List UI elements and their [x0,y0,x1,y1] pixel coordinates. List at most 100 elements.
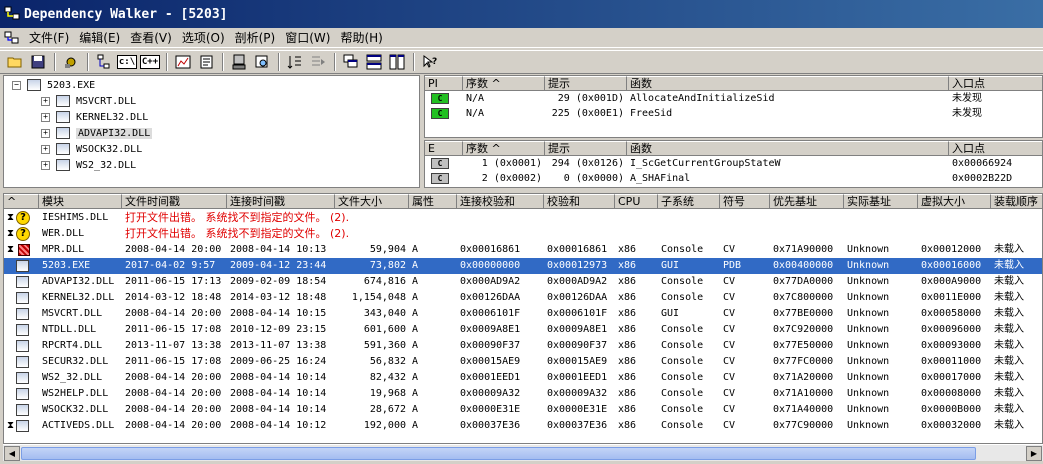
tree-item-root[interactable]: − 5203.EXE [12,78,95,92]
module-list[interactable]: ^ 模块 文件时间戳 连接时间戳 文件大小 属性 连接校验和 校验和 CPU 子… [3,193,1043,444]
table-row[interactable]: RPCRT4.DLL 2013-11-07 13:38 2013-11-07 13:… [4,338,1042,354]
column-header-file-timestamp[interactable]: 文件时间戳 [122,194,227,209]
column-header-load-order[interactable]: 装载顺序 [991,194,1042,209]
table-row[interactable]: WS2_32.DLL 2008-04-14 20:00 2008-04-14 10:… [4,370,1042,386]
column-header-entry[interactable]: 入口点 [949,76,1042,91]
open-button[interactable] [4,52,26,72]
tree-item[interactable]: + ADVAPI32.DLL [41,126,153,140]
sort-button[interactable] [284,52,306,72]
expand-icon[interactable]: + [41,112,50,122]
export-entry: 0x0002B22D [952,173,1013,184]
menu-edit[interactable]: 编辑(E) [74,29,125,46]
tree-item[interactable]: + MSVCRT.DLL [41,94,136,108]
column-header-virtual-size[interactable]: 虚拟大小 [918,194,991,209]
menu-profile[interactable]: 剖析(P) [230,29,281,46]
table-row[interactable]: WS2HELP.DLL 2008-04-14 20:00 2008-04-14 10… [4,386,1042,402]
profile-button[interactable] [60,52,82,72]
menu-view[interactable]: 查看(V) [125,29,177,46]
scroll-right-arrow-icon[interactable]: ▶ [1026,446,1042,461]
table-row[interactable]: ADVAPI32.DLL 2011-06-15 17:13 2009-02-09 1… [4,274,1042,290]
module-tree[interactable]: − 5203.EXE + MSVCRT.DLL + KERNEL32.DLL +… [3,75,420,188]
column-header-preferred-base[interactable]: 优先基址 [770,194,844,209]
column-header-file-size[interactable]: 文件大小 [335,194,409,209]
expand-icon[interactable]: + [41,96,50,106]
cell-load-order: 未载入 [994,260,1024,271]
cell-symbols: PDB [723,260,742,271]
system-info-button[interactable] [228,52,250,72]
cell-file-timestamp: 2011-06-15 17:08 [125,324,222,335]
copy-button[interactable] [93,52,115,72]
cell-link-timestamp: 2013-11-07 13:38 [230,340,327,351]
column-header-checksum[interactable]: 校验和 [544,194,615,209]
table-row[interactable]: SECUR32.DLL 2011-06-15 17:08 2009-06-25 16… [4,354,1042,370]
cell-subsystem: Console [661,356,704,367]
chart-button[interactable] [172,52,194,72]
table-row[interactable]: WSOCK32.DLL 2008-04-14 20:00 2008-04-14 10… [4,402,1042,418]
toolbar-separator [222,53,224,71]
column-header-ordinal[interactable]: 序数 ^ [463,141,545,156]
column-header-link-timestamp[interactable]: 连接时间戳 [227,194,335,209]
cell-link-timestamp: 2014-03-12 18:48 [230,292,327,303]
column-header-symbols[interactable]: 符号 [720,194,770,209]
column-header-attributes[interactable]: 属性 [409,194,457,209]
module-icon [16,292,29,304]
imports-list[interactable]: PI 序数 ^ 提示 函数 入口点 C N/A 29 (0x001D) Allo… [424,75,1043,138]
cell-actual-base: Unknown [847,292,890,303]
table-row[interactable]: ⧗ MPR.DLL 2008-04-14 20:00 2008-04-14 10:13… [4,242,1042,258]
table-row[interactable]: NTDLL.DLL 2011-06-15 17:08 2010-12-09 23:1… [4,322,1042,338]
module-name: WER.DLL [42,228,85,239]
column-header-function[interactable]: 函数 [627,141,949,156]
menu-options[interactable]: 选项(O) [177,29,230,46]
cascade-button[interactable] [340,52,362,72]
column-header-pi[interactable]: PI [425,76,463,91]
tree-item[interactable]: + WSOCK32.DLL [41,142,142,156]
column-header-ordinal[interactable]: 序数 ^ [463,76,545,91]
table-row[interactable]: MSVCRT.DLL 2008-04-14 20:00 2008-04-14 10:… [4,306,1042,322]
undecorate-cpp-button[interactable]: C++ [139,52,161,72]
column-header-hint[interactable]: 提示 [545,141,627,156]
column-header-actual-base[interactable]: 实际基址 [844,194,918,209]
expand-icon[interactable]: + [41,128,50,138]
context-help-button[interactable]: ? [419,52,441,72]
expand-icon[interactable]: + [41,144,50,154]
table-row-error[interactable]: ⧗? IESHIMS.DLL 打开文件出错。 系统找不到指定的文件。 (2). [4,210,1042,226]
save-button[interactable] [27,52,49,72]
column-header-function[interactable]: 函数 [627,76,949,91]
column-header-cpu[interactable]: CPU [615,194,658,209]
cell-virtual-size: 0x0011E000 [921,292,982,303]
collapse-icon[interactable]: − [12,80,21,90]
tree-item[interactable]: + KERNEL32.DLL [41,110,148,124]
cell-checksum: 0x00037E36 [547,420,608,431]
tree-item[interactable]: + WS2_32.DLL [41,158,136,172]
cell-link-checksum: 0x00126DAA [460,292,521,303]
tree-item-label: ADVAPI32.DLL [76,127,153,139]
column-header-hint[interactable]: 提示 [545,76,627,91]
expand-icon[interactable]: + [41,160,50,170]
column-header-subsystem[interactable]: 子系统 [658,194,720,209]
menu-help[interactable]: 帮助(H) [335,29,387,46]
table-row[interactable]: KERNEL32.DLL 2014-03-12 18:48 2014-03-12 1… [4,290,1042,306]
menu-window[interactable]: 窗口(W) [280,29,335,46]
scroll-left-arrow-icon[interactable]: ◀ [4,446,20,461]
column-header-icon[interactable]: ^ [4,194,39,209]
full-paths-button[interactable]: c:\ [116,52,138,72]
goto-button[interactable] [307,52,329,72]
module-icon [16,356,29,368]
table-row-error[interactable]: ⧗? WER.DLL 打开文件出错。 系统找不到指定的文件。 (2). [4,226,1042,242]
scroll-thumb[interactable] [21,447,976,460]
tile-horizontal-button[interactable] [363,52,385,72]
cell-attributes: A [412,308,419,319]
exports-list[interactable]: E 序数 ^ 提示 函数 入口点 C 1 (0x0001) 294 (0x012… [424,140,1043,188]
column-header-e[interactable]: E [425,141,463,156]
column-header-link-checksum[interactable]: 连接校验和 [457,194,544,209]
find-button[interactable] [251,52,273,72]
properties-button[interactable] [195,52,217,72]
column-header-module[interactable]: 模块 [39,194,122,209]
horizontal-scrollbar[interactable]: ◀ ▶ [3,444,1043,461]
toolbar-separator [413,53,415,71]
table-row[interactable]: 5203.EXE 2017-04-02 9:57 2009-04-12 23:44 7… [4,258,1042,274]
column-header-entry[interactable]: 入口点 [949,141,1042,156]
table-row[interactable]: ⧗ ACTIVEDS.DLL 2008-04-14 20:00 2008-04-14 … [4,418,1042,434]
menu-file[interactable]: 文件(F) [24,29,74,46]
tile-vertical-button[interactable] [386,52,408,72]
